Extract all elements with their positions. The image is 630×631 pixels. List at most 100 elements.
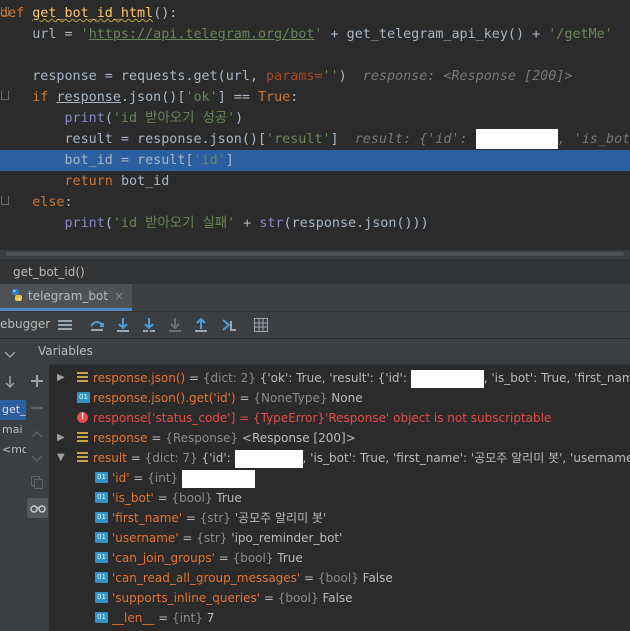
glasses-icon[interactable]: [27, 498, 48, 518]
horizontal-scrollbar[interactable]: [0, 250, 630, 258]
scrollbar-thumb[interactable]: [6, 252, 624, 256]
plus-icon[interactable]: [31, 372, 43, 391]
variable-row[interactable]: ▶ response = {Response} <Response [200]>: [49, 428, 630, 448]
redacted-block: [234, 449, 303, 468]
arrow-down-icon[interactable]: [31, 449, 43, 468]
arrow-down-icon[interactable]: [3, 374, 17, 393]
evaluate-expression-icon[interactable]: [253, 317, 269, 333]
run-to-cursor-icon[interactable]: [221, 317, 237, 333]
code-line-11[interactable]: print('id 받아오기 실패' + str(response.json()…: [0, 213, 630, 234]
variable-row[interactable]: 01 'can_join_groups' = {bool} True: [49, 548, 630, 568]
variable-value: True: [212, 491, 242, 505]
minus-icon[interactable]: [31, 399, 43, 418]
watch-icon: 01: [77, 392, 90, 403]
variable-type: {str}: [199, 511, 231, 525]
code-token: 'ok': [185, 90, 218, 105]
variable-type: {dict: 2}: [202, 371, 256, 385]
step-out-icon[interactable]: [193, 317, 209, 333]
code-line-7[interactable]: result = response.json()['result'] resul…: [0, 129, 630, 150]
code-token: print: [64, 216, 105, 231]
code-token: result = response.json()[: [0, 132, 267, 147]
step-into-my-code-icon[interactable]: [141, 317, 157, 333]
variables-header: Variables: [26, 339, 630, 365]
code-token: response = requests.get(url,: [0, 69, 267, 84]
variable-name: 'first_name': [112, 511, 183, 525]
equals: =: [260, 591, 278, 605]
list-icon: [77, 432, 90, 443]
equals: =: [154, 611, 173, 625]
code-line-9[interactable]: return bot_id: [0, 171, 630, 192]
inline-value-hint: response: <Response [200]>: [362, 69, 573, 84]
equals: =: [178, 531, 197, 545]
expand-arrow-icon[interactable]: ▶: [57, 368, 67, 388]
variable-value: True: [273, 551, 303, 565]
code-token: bot_id = result[: [0, 153, 194, 168]
variable-row[interactable]: 01 'id' = {int}: [49, 468, 630, 488]
code-line-6[interactable]: print('id 받아오기 성공'): [0, 108, 630, 129]
code-token: '/getMe': [548, 27, 613, 42]
variable-row[interactable]: ▼ result = {dict: 7} {'id': , 'is_bot': …: [49, 448, 630, 468]
variable-row[interactable]: 01 'is_bot' = {bool} True: [49, 488, 630, 508]
variable-row[interactable]: ! response['status_code'] = {TypeError}'…: [49, 408, 630, 428]
step-into-icon[interactable]: [115, 317, 131, 333]
equals: =: [300, 571, 318, 585]
debug-tab-bar: telegram_bot ×: [0, 284, 630, 312]
field-icon: 01: [95, 512, 108, 523]
code-line-5[interactable]: if response.json()['ok'] == True:: [0, 87, 630, 108]
force-step-into-icon[interactable]: [167, 317, 183, 333]
variable-row[interactable]: 01 'supports_inline_queries' = {bool} Fa…: [49, 588, 630, 608]
code-token: + get_telegram_api_key() +: [322, 27, 549, 42]
close-icon[interactable]: ×: [114, 289, 124, 303]
variable-value: False: [358, 571, 393, 585]
debugger-tab-label[interactable]: ebugger: [0, 317, 50, 331]
url-link[interactable]: https://api.telegram.org/bot: [89, 27, 315, 42]
code-line-1[interactable]: def get_bot_id_html():: [0, 3, 630, 24]
code-editor[interactable]: def get_bot_id_html(): url = 'https://ap…: [0, 0, 630, 258]
copy-icon[interactable]: [31, 474, 43, 493]
variable-row[interactable]: 01 'first_name' = {str} '공모주 알리미 봇': [49, 508, 630, 528]
variable-value: 'ipo_reminder_bot': [227, 531, 343, 545]
frame-item[interactable]: mai: [0, 420, 26, 440]
code-token: else: [0, 195, 65, 210]
redacted-block: [182, 469, 255, 488]
step-over-icon[interactable]: [89, 317, 105, 333]
variable-row[interactable]: ▶ response.json() = {dict: 2} {'ok': Tru…: [49, 368, 630, 388]
code-token: (response.json())): [283, 216, 429, 231]
variable-type: {int}: [147, 471, 179, 485]
variable-value: <Response [200]>: [238, 431, 356, 445]
equals: =: [126, 451, 145, 465]
code-token: :: [290, 90, 299, 105]
variable-row[interactable]: 01 response.json().get('id') = {NoneType…: [49, 388, 630, 408]
arrow-up-icon[interactable]: [31, 424, 43, 443]
code-line-8-current[interactable]: bot_id = result['id']: [0, 150, 630, 171]
variable-row[interactable]: 01 'username' = {str} 'ipo_reminder_bot': [49, 528, 630, 548]
threads-view-icon[interactable]: [57, 317, 73, 333]
variable-value: 7: [202, 611, 215, 625]
variable-type: {bool}: [232, 551, 274, 565]
code-token: +: [235, 216, 260, 231]
equals: =: [182, 511, 200, 525]
code-line-4[interactable]: response = requests.get(url, params='') …: [0, 66, 630, 87]
code-line-10[interactable]: else:: [0, 192, 630, 213]
equals: =: [185, 371, 203, 385]
frame-item[interactable]: <mo: [0, 440, 26, 460]
code-token: url =: [0, 27, 81, 42]
variable-type: {dict: 7}: [144, 451, 198, 465]
variable-name: 'can_join_groups': [112, 551, 215, 565]
expand-arrow-icon[interactable]: ▶: [57, 428, 67, 448]
variables-tree[interactable]: ▶ response.json() = {dict: 2} {'ok': Tru…: [49, 365, 630, 631]
tab-telegram-bot[interactable]: telegram_bot ×: [0, 284, 133, 311]
code-line-2[interactable]: url = 'https://api.telegram.org/bot' + g…: [0, 24, 630, 45]
redacted-block: [410, 369, 484, 388]
breadcrumb-item[interactable]: get_bot_id(): [13, 265, 85, 279]
variable-row[interactable]: 01 'can_read_all_group_messages' = {bool…: [49, 568, 630, 588]
variable-name: 'is_bot': [112, 491, 154, 505]
chevron-down-icon[interactable]: [4, 345, 16, 364]
variable-name: response['status_code']: [93, 411, 236, 425]
variable-name: result: [93, 451, 127, 465]
code-token: 'id 받아오기 실패': [112, 216, 236, 231]
frame-item[interactable]: get_: [0, 400, 26, 420]
collapse-arrow-icon[interactable]: ▼: [57, 448, 67, 468]
variable-type: {TypeError}: [252, 411, 326, 425]
variable-row[interactable]: 01 __len__ = {int} 7: [49, 608, 630, 628]
